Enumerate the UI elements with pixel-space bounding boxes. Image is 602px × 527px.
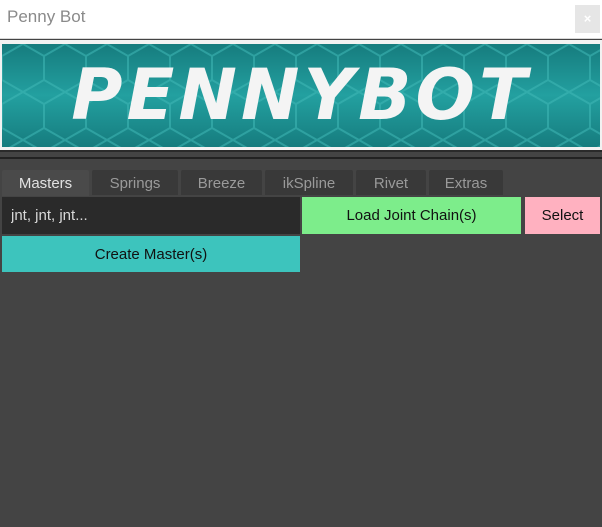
joint-chain-input[interactable] [2, 197, 300, 234]
tab-bar: Masters Springs Breeze ikSpline Rivet Ex… [0, 170, 602, 196]
banner-title: PENNYBOT [71, 54, 531, 136]
tab-extras[interactable]: Extras [429, 170, 503, 195]
tab-breeze[interactable]: Breeze [181, 170, 262, 195]
select-button[interactable]: Select [525, 197, 600, 234]
tab-springs[interactable]: Springs [92, 170, 178, 195]
tab-ikspline[interactable]: ikSpline [265, 170, 353, 195]
close-button[interactable]: × [575, 5, 600, 33]
title-bar: Penny Bot × [0, 0, 602, 39]
tab-masters[interactable]: Masters [2, 170, 89, 196]
window-title: Penny Bot [7, 7, 86, 26]
divider [0, 157, 602, 159]
divider [0, 150, 602, 152]
banner-logo: PENNYBOT [2, 44, 600, 147]
create-master-button[interactable]: Create Master(s) [2, 236, 300, 272]
penny-bot-window: Penny Bot × PENNYBOT Masters Springs Bre… [0, 0, 602, 527]
load-joint-chain-button[interactable]: Load Joint Chain(s) [302, 197, 521, 234]
tab-rivet[interactable]: Rivet [356, 170, 426, 195]
banner-frame: PENNYBOT [0, 40, 602, 150]
close-icon: × [583, 11, 592, 26]
